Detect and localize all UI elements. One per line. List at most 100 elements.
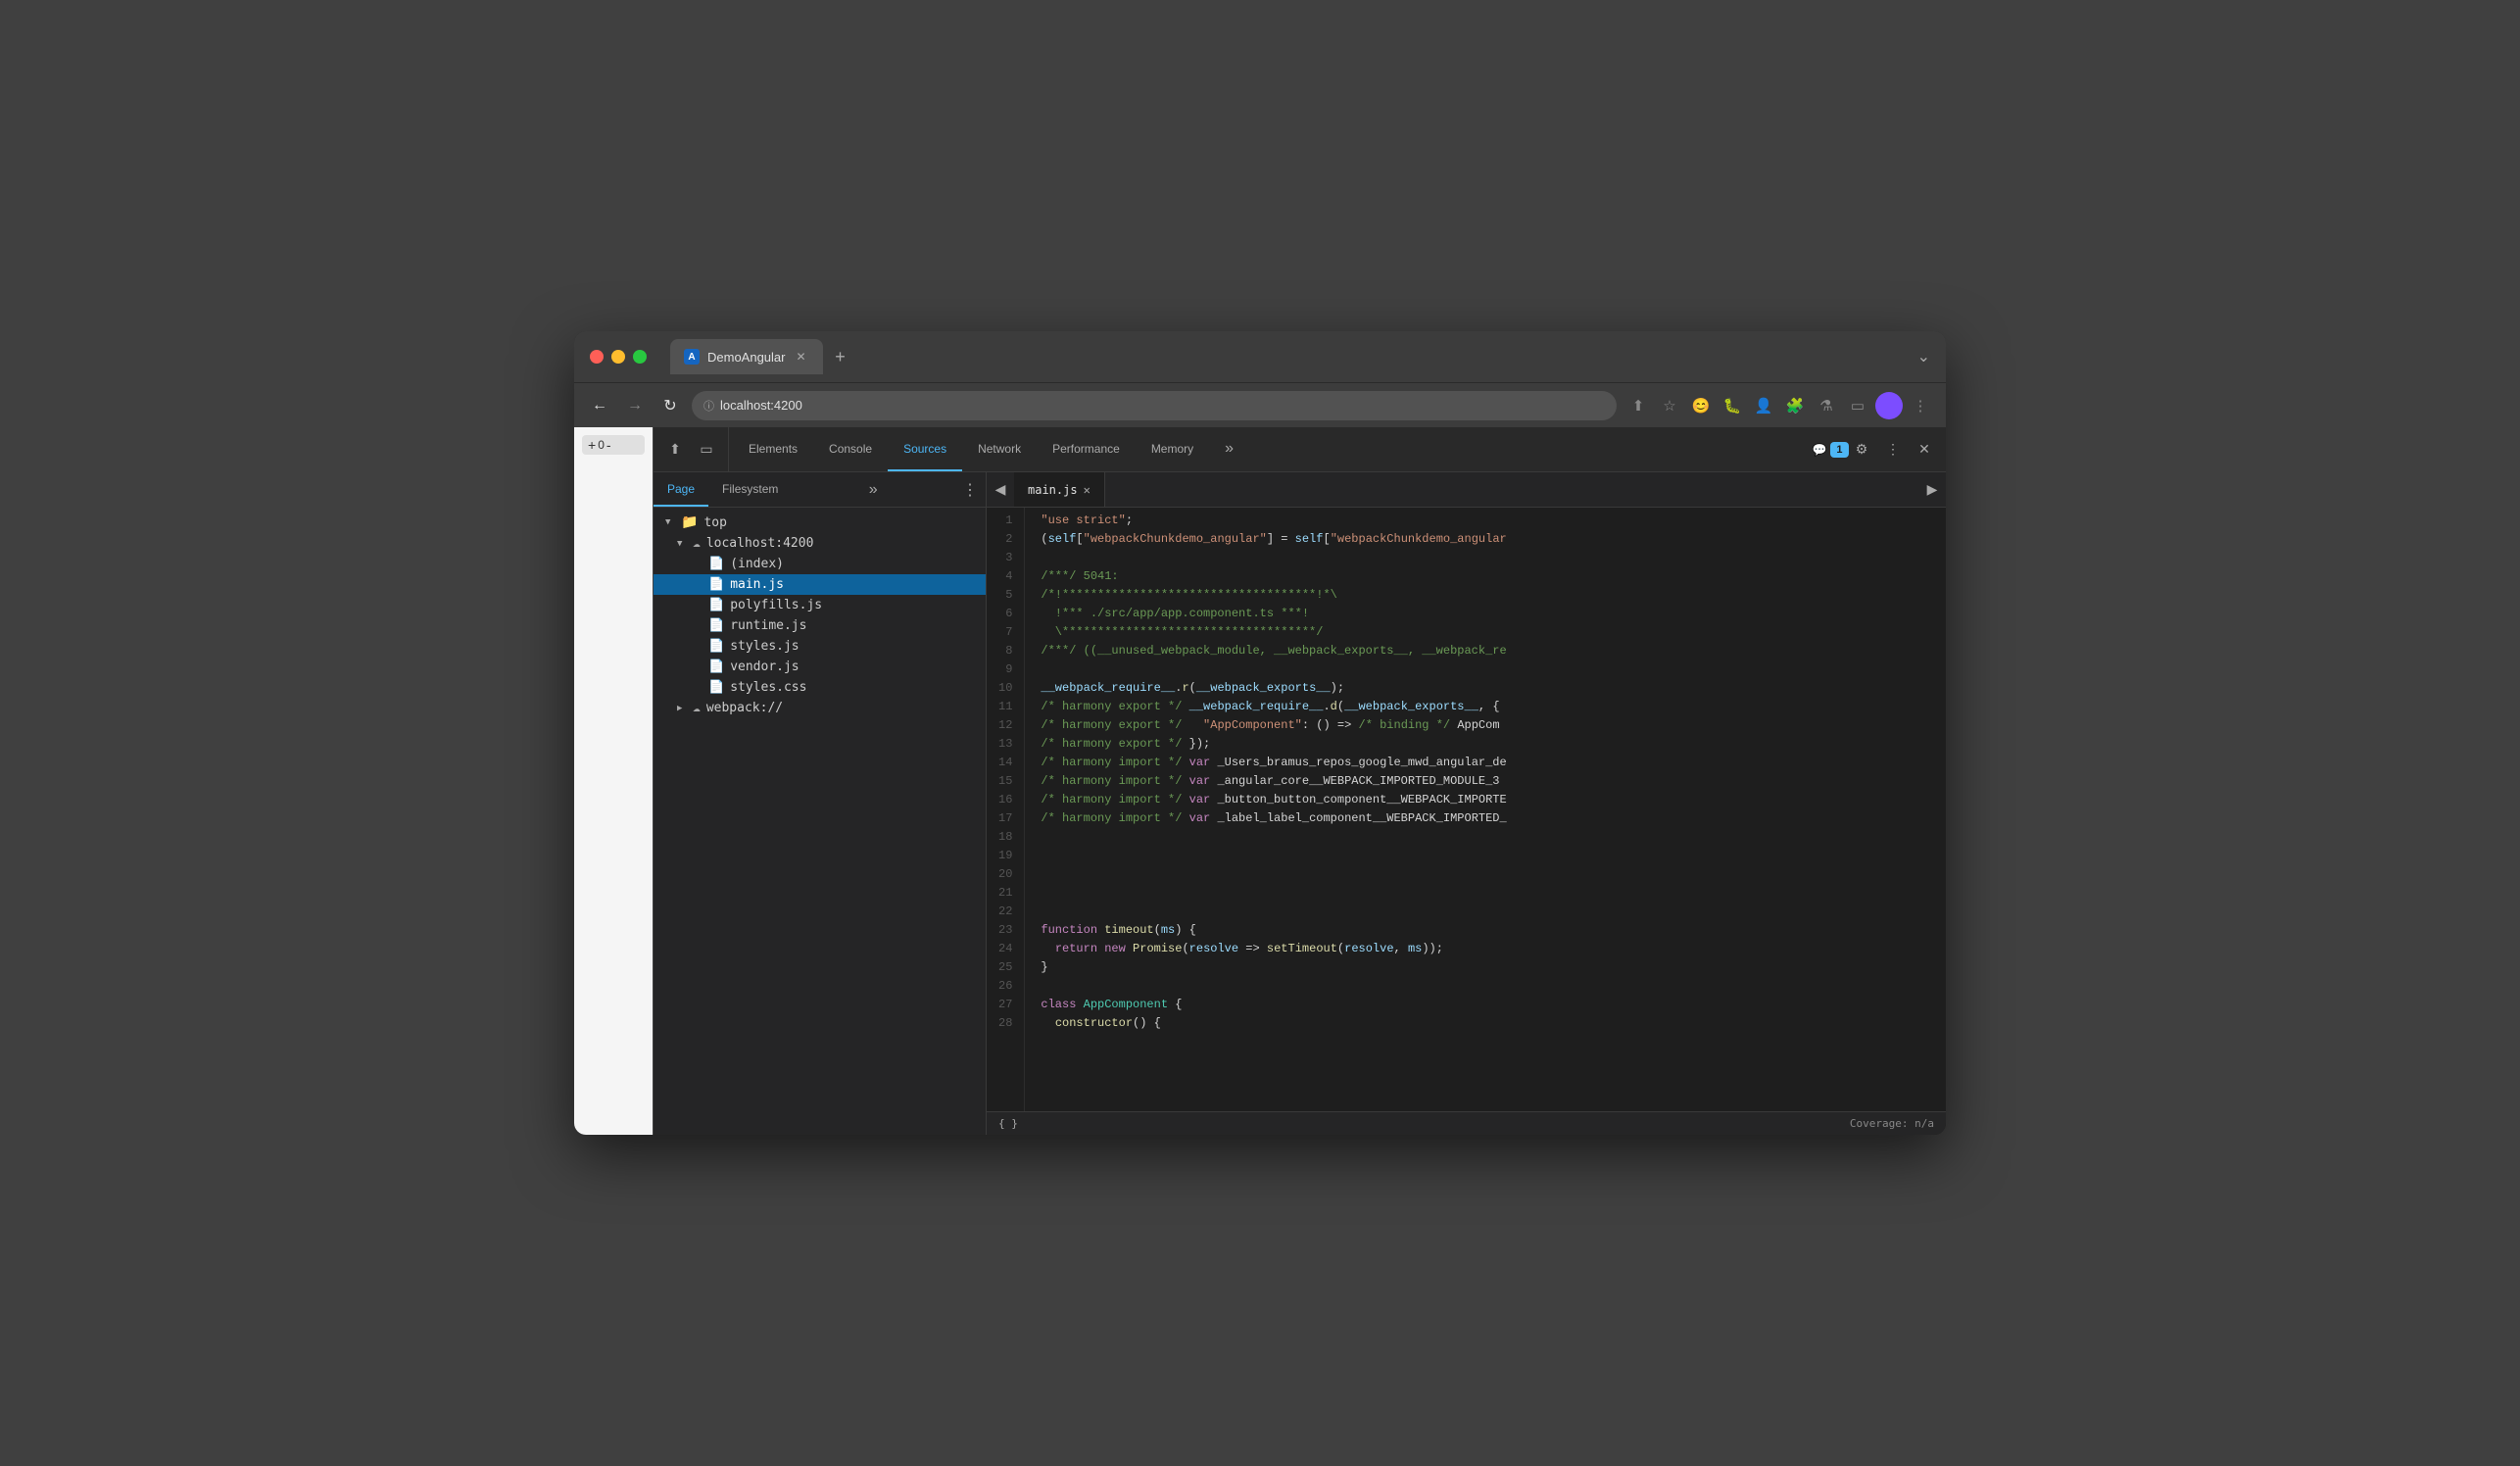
- collapse-sidebar-button[interactable]: ◀: [987, 476, 1014, 504]
- cloud-icon: ☁: [693, 536, 701, 551]
- inspector-icon[interactable]: ⬆: [661, 436, 689, 464]
- browser-tab[interactable]: A DemoAngular ✕: [670, 339, 823, 374]
- tree-item-polyfills[interactable]: 📄 polyfills.js: [654, 595, 986, 615]
- window-icon[interactable]: ▭: [1844, 392, 1871, 419]
- js-file-icon: 📄: [708, 577, 724, 592]
- editor-tab-main-js[interactable]: main.js ✕: [1014, 472, 1105, 507]
- js-file-icon: 📄: [708, 660, 724, 674]
- flask-icon[interactable]: ⚗: [1813, 392, 1840, 419]
- tab-bar: A DemoAngular ✕ +: [670, 339, 1906, 374]
- tree-item-localhost[interactable]: ▼ ☁ localhost:4200: [654, 533, 986, 554]
- tab-performance[interactable]: Performance: [1037, 427, 1136, 471]
- tab-network[interactable]: Network: [962, 427, 1037, 471]
- lock-icon: ⓘ: [703, 398, 714, 414]
- settings-button[interactable]: ⚙: [1848, 436, 1875, 464]
- file-tree: ▼ 📁 top ▼ ☁ localhost:4200: [654, 508, 986, 1135]
- zoom-controls: + 0 -: [582, 435, 645, 455]
- nav-bar: ← → ↻ ⓘ localhost:4200 ⬆ ☆ 😊 🐛 👤 🧩 ⚗ ▭ ⋮: [574, 382, 1946, 427]
- traffic-lights: [590, 350, 647, 364]
- tree-label: styles.css: [730, 680, 806, 695]
- browser-window: A DemoAngular ✕ + ⌄ ← → ↻ ⓘ localhost:42…: [574, 331, 1946, 1135]
- console-badge-button[interactable]: 💬 1: [1817, 436, 1844, 464]
- cloud-icon: ☁: [693, 701, 701, 715]
- tab-console[interactable]: Console: [813, 427, 888, 471]
- tab-label: DemoAngular: [707, 350, 786, 365]
- file-tree-menu-icon[interactable]: ⋮: [954, 472, 986, 507]
- file-tree-tabs: Page Filesystem » ⋮: [654, 472, 986, 508]
- arrow-icon: ▶: [677, 704, 687, 713]
- tree-item-styles-css[interactable]: 📄 styles.css: [654, 677, 986, 698]
- tab-sources[interactable]: Sources: [888, 427, 962, 471]
- arrow-icon: ▼: [665, 517, 675, 527]
- devtools-tabs: Elements Console Sources Network Perform…: [729, 427, 1809, 471]
- editor-tab-close-button[interactable]: ✕: [1084, 483, 1090, 497]
- address-text: localhost:4200: [720, 398, 802, 413]
- status-bar: { } Coverage: n/a: [987, 1111, 1946, 1135]
- device-toolbar-icon[interactable]: ▭: [693, 436, 720, 464]
- minimize-button[interactable]: [611, 350, 625, 364]
- more-options-button[interactable]: ⋮: [1879, 436, 1907, 464]
- close-devtools-button[interactable]: ✕: [1911, 436, 1938, 464]
- extensions-icon[interactable]: 😊: [1687, 392, 1715, 419]
- more-tabs-icon[interactable]: »: [861, 472, 886, 507]
- css-file-icon: 📄: [708, 680, 724, 695]
- coverage-text: Coverage: n/a: [1850, 1117, 1934, 1130]
- tree-label: (index): [730, 557, 784, 571]
- share-icon[interactable]: ⬆: [1624, 392, 1652, 419]
- editor-tabs: ◀ main.js ✕ ▶: [987, 472, 1946, 508]
- tab-more[interactable]: »: [1209, 427, 1249, 471]
- js-file-icon: 📄: [708, 639, 724, 654]
- forward-button[interactable]: →: [621, 392, 649, 419]
- format-button[interactable]: { }: [998, 1117, 1018, 1130]
- js-file-icon: 📄: [708, 598, 724, 612]
- tree-item-top[interactable]: ▼ 📁 top: [654, 512, 986, 533]
- address-bar[interactable]: ⓘ localhost:4200: [692, 391, 1617, 420]
- tree-item-webpack[interactable]: ▶ ☁ webpack://: [654, 698, 986, 718]
- maximize-button[interactable]: [633, 350, 647, 364]
- account-icon[interactable]: 👤: [1750, 392, 1777, 419]
- back-button[interactable]: ←: [586, 392, 613, 419]
- tree-label: localhost:4200: [706, 536, 814, 551]
- tree-label: webpack://: [706, 701, 783, 715]
- tree-label: vendor.js: [730, 660, 799, 674]
- tree-label: polyfills.js: [730, 598, 822, 612]
- close-button[interactable]: [590, 350, 604, 364]
- tree-item-index[interactable]: 📄 (index): [654, 554, 986, 574]
- expand-editor-button[interactable]: ▶: [1918, 476, 1946, 504]
- line-numbers: 1234567891011121314151617181920212223242…: [987, 508, 1025, 1111]
- file-tree-panel: Page Filesystem » ⋮ ▼ 📁 top: [654, 472, 987, 1135]
- tree-label: top: [703, 515, 726, 530]
- tree-item-vendor[interactable]: 📄 vendor.js: [654, 657, 986, 677]
- tab-memory[interactable]: Memory: [1136, 427, 1209, 471]
- tab-close-button[interactable]: ✕: [794, 349, 809, 365]
- zoom-out-button[interactable]: -: [606, 437, 611, 453]
- console-badge: 1: [1830, 442, 1848, 458]
- tab-elements[interactable]: Elements: [733, 427, 813, 471]
- tree-label: runtime.js: [730, 618, 806, 633]
- tree-item-runtime[interactable]: 📄 runtime.js: [654, 615, 986, 636]
- code-content[interactable]: "use strict"; (self["webpackChunkdemo_an…: [1025, 508, 1946, 1111]
- code-editor-panel: ◀ main.js ✕ ▶ 12345678910111213141516171…: [987, 472, 1946, 1135]
- zoom-in-button[interactable]: +: [588, 437, 596, 453]
- avatar[interactable]: [1875, 392, 1903, 419]
- puzzle-icon[interactable]: 🧩: [1781, 392, 1809, 419]
- tab-favicon: A: [684, 349, 700, 365]
- chevron-down-icon[interactable]: ⌄: [1917, 347, 1930, 366]
- tab-page[interactable]: Page: [654, 472, 708, 507]
- reload-button[interactable]: ↻: [656, 392, 684, 419]
- main-content: + 0 - ⬆ ▭ Elements Console: [574, 427, 1946, 1135]
- tree-label: styles.js: [730, 639, 799, 654]
- code-area[interactable]: 1234567891011121314151617181920212223242…: [987, 508, 1946, 1111]
- zoom-value: 0: [598, 438, 605, 452]
- tree-item-main-js[interactable]: 📄 main.js: [654, 574, 986, 595]
- devtools-panel: ⬆ ▭ Elements Console Sources Network: [653, 427, 1946, 1135]
- bookmark-icon[interactable]: ☆: [1656, 392, 1683, 419]
- tree-item-styles-js[interactable]: 📄 styles.js: [654, 636, 986, 657]
- browser-content: + 0 -: [574, 427, 653, 1135]
- menu-icon[interactable]: ⋮: [1907, 392, 1934, 419]
- devtools-toolbar: ⬆ ▭ Elements Console Sources Network: [654, 427, 1946, 472]
- tree-label: main.js: [730, 577, 784, 592]
- new-tab-button[interactable]: +: [827, 343, 854, 370]
- tab-filesystem[interactable]: Filesystem: [708, 472, 792, 507]
- devtools-icon[interactable]: 🐛: [1719, 392, 1746, 419]
